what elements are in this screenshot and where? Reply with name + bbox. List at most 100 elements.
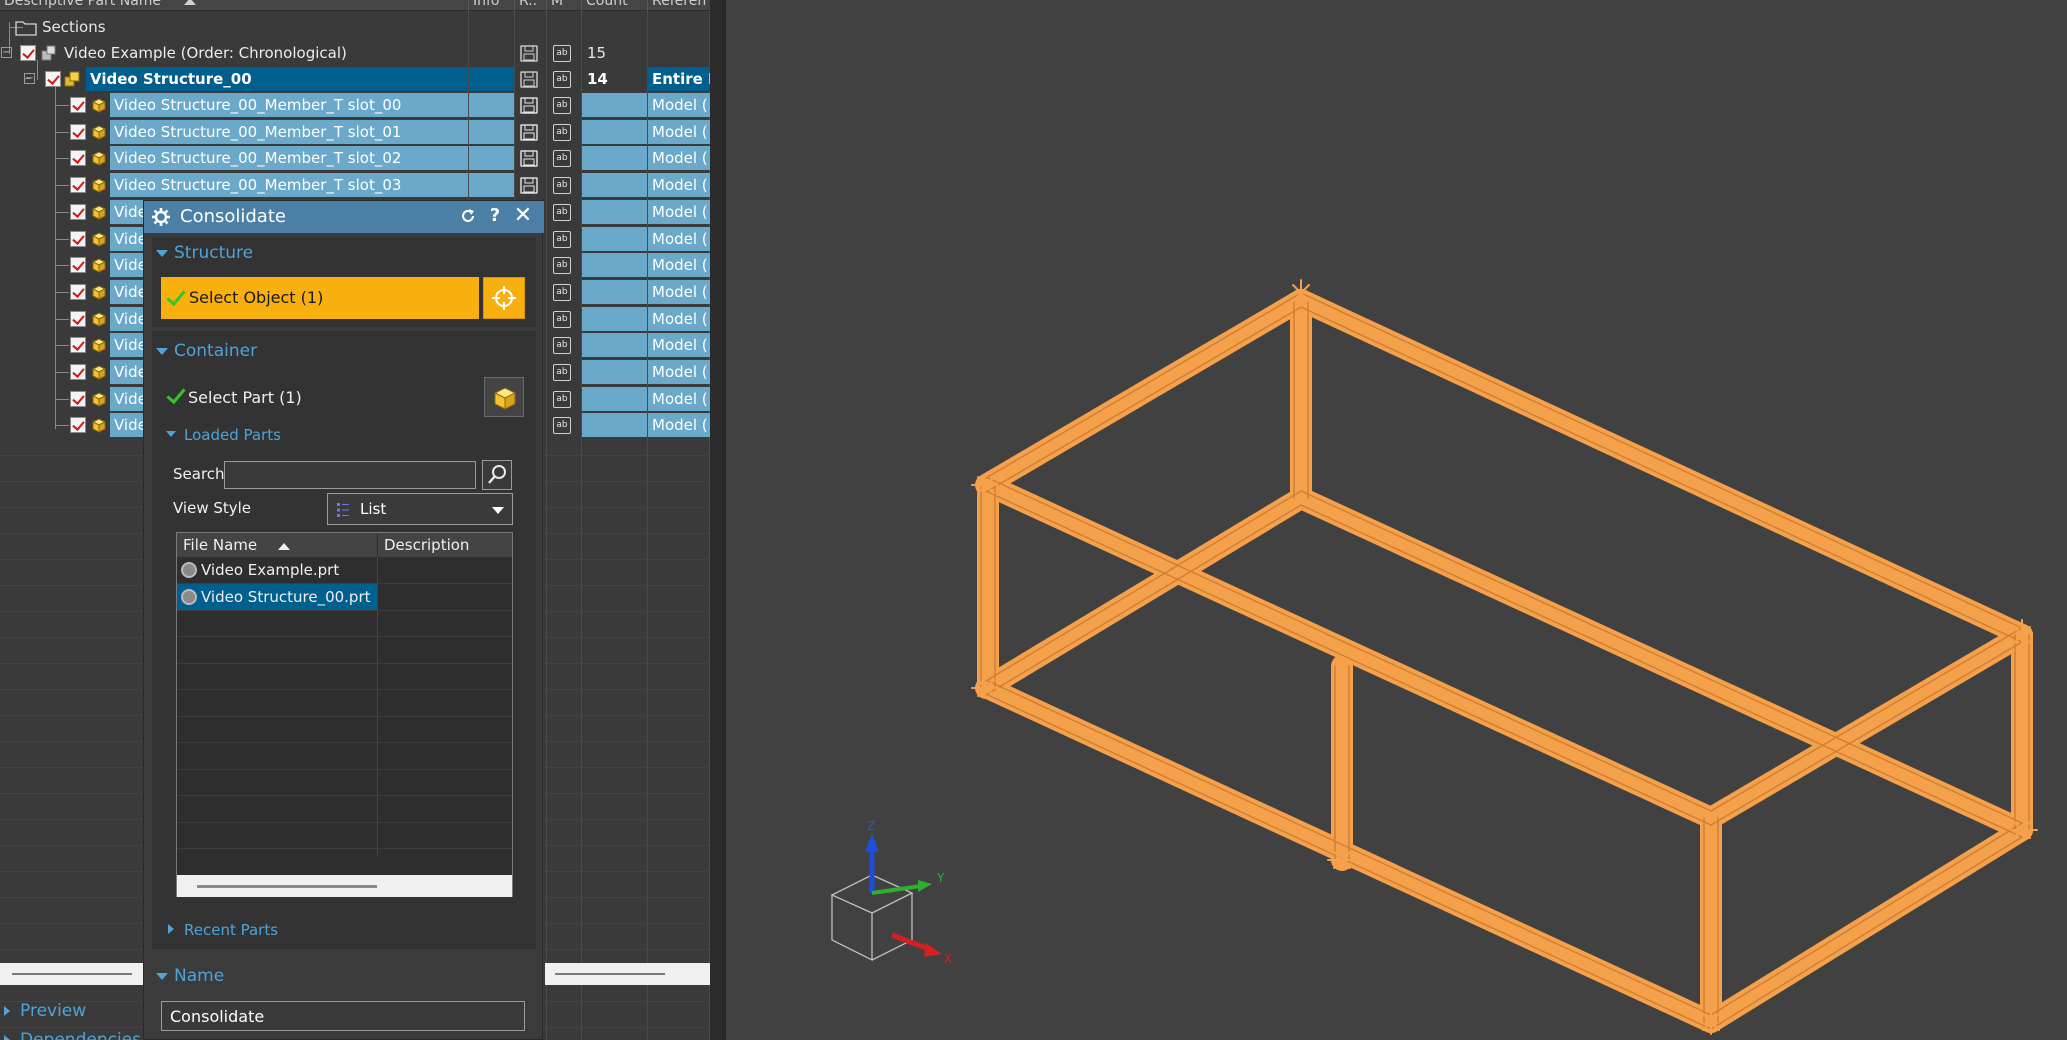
visibility-checkbox[interactable] <box>20 45 36 61</box>
empty-row <box>177 769 512 796</box>
collapse-arrow-icon <box>166 431 176 437</box>
visibility-checkbox[interactable] <box>70 257 86 274</box>
container-group-label: Container <box>174 341 258 361</box>
visibility-checkbox[interactable] <box>70 337 86 354</box>
text-field-icon: ab <box>553 203 571 221</box>
part-icon <box>91 338 107 354</box>
file-name-column-label: File Name <box>183 536 258 554</box>
tree-row-sections[interactable]: Sections <box>0 14 710 40</box>
column-header-info[interactable]: Info <box>468 0 514 11</box>
description-column-label: Description <box>384 536 470 554</box>
visibility-checkbox[interactable] <box>70 97 86 113</box>
tree-row-member[interactable]: Video Structure_00_Member_T slot_00 ab Mod… <box>0 92 710 118</box>
reference-value: Entire P <box>652 70 710 88</box>
column-header-count[interactable]: Count <box>581 0 647 11</box>
horizontal-scrollbar[interactable] <box>545 963 710 985</box>
model-view[interactable]: Z Y X <box>726 0 2067 1040</box>
description-column-header[interactable]: Description <box>377 533 512 557</box>
file-name-column-header[interactable]: File Name <box>177 533 377 557</box>
part-icon <box>91 285 107 300</box>
frame-structure[interactable] <box>971 279 2038 1035</box>
visibility-checkbox[interactable] <box>70 417 86 434</box>
visibility-checkbox[interactable] <box>70 283 86 300</box>
save-icon <box>520 177 538 194</box>
close-icon[interactable]: ✕ <box>512 205 534 227</box>
tree-row-member[interactable]: Video Structure_00_Member_T slot_01 ab Mod… <box>0 119 710 145</box>
empty-row <box>177 663 512 690</box>
collapse-toggle-icon[interactable]: − <box>24 73 35 84</box>
tree-row-member[interactable]: Video Structure_00_Member_T slot_02 ab Mod… <box>0 145 710 171</box>
container-group-header[interactable]: Container <box>152 339 257 363</box>
app-window: Descriptive Part Name Info R.. M Count R… <box>0 0 2067 1040</box>
help-icon[interactable]: ? <box>484 205 506 227</box>
expand-arrow-icon <box>168 924 174 934</box>
visibility-checkbox[interactable] <box>70 364 86 380</box>
select-object-button[interactable]: Select Object (1) <box>161 277 479 319</box>
x-arrow-icon <box>924 943 942 957</box>
name-input[interactable] <box>161 1001 525 1031</box>
part-file-icon <box>181 562 197 578</box>
dependencies-section-label: Dependencies <box>20 1030 141 1040</box>
visibility-checkbox[interactable] <box>70 390 86 407</box>
column-header-m[interactable]: M <box>546 0 581 11</box>
tree-row-selected[interactable]: − Video Structure_00 ab 14 Entire P <box>0 66 710 92</box>
empty-row <box>177 610 512 637</box>
scrollbar-thumb[interactable] <box>197 885 377 888</box>
view-style-value: List <box>360 500 387 518</box>
visibility-checkbox[interactable] <box>70 310 86 327</box>
list-horizontal-scrollbar[interactable] <box>177 875 512 897</box>
tree-row-label: Video Structure_00_Member_T slot_01 <box>114 122 402 141</box>
name-group-header[interactable]: Name <box>152 964 224 988</box>
text-field-icon: ab <box>553 337 571 355</box>
loaded-parts-header[interactable]: Loaded Parts <box>162 423 281 447</box>
structure-group-label: Structure <box>174 243 254 263</box>
empty-row <box>177 716 512 743</box>
tree-row-label: Video Structure_00_Member_T slot_00 <box>114 96 402 114</box>
text-field-icon: ab <box>553 123 571 141</box>
dependencies-section[interactable]: Dependencies <box>0 1027 150 1040</box>
crosshair-selector-button[interactable] <box>483 277 525 319</box>
visibility-checkbox[interactable] <box>70 123 86 140</box>
horizontal-scrollbar[interactable] <box>0 963 143 985</box>
part-file-icon <box>181 588 197 605</box>
column-header-reference[interactable]: Referen <box>647 0 710 11</box>
reset-icon[interactable] <box>457 205 479 227</box>
collapse-toggle-icon[interactable]: − <box>1 47 12 58</box>
tree-row-label: Video Example (Order: Chronological) <box>64 44 347 62</box>
loaded-parts-list[interactable]: File Name Description Video Example.prt V… <box>176 532 513 897</box>
view-triad[interactable]: Z Y X <box>830 819 952 966</box>
visibility-checkbox[interactable] <box>70 150 86 167</box>
visibility-checkbox[interactable] <box>70 230 86 247</box>
select-part-button[interactable] <box>484 377 524 417</box>
file-row[interactable]: Video Structure_00.prt <box>177 583 512 611</box>
graphics-viewport[interactable]: Z Y X <box>722 0 2067 1040</box>
visibility-checkbox[interactable] <box>70 177 86 194</box>
column-header-name-label: Descriptive Part Name <box>4 0 162 9</box>
view-style-label: View Style <box>173 499 252 517</box>
select-object-label: Select Object (1) <box>189 288 324 307</box>
scrollbar-thumb[interactable] <box>12 973 132 975</box>
view-style-select[interactable]: List <box>327 493 513 525</box>
visibility-checkbox[interactable] <box>70 203 86 220</box>
structure-group-header[interactable]: Structure <box>152 241 253 265</box>
search-input[interactable] <box>224 461 476 489</box>
text-field-icon: ab <box>553 150 571 168</box>
column-header-r[interactable]: R.. <box>514 0 546 11</box>
recent-parts-header[interactable]: Recent Parts <box>162 918 278 942</box>
visibility-checkbox[interactable] <box>45 71 61 87</box>
preview-section-label: Preview <box>20 1001 87 1021</box>
scrollbar-thumb[interactable] <box>555 973 665 975</box>
search-button[interactable] <box>482 460 512 490</box>
dialog-title-bar[interactable]: Consolidate ? ✕ <box>144 201 544 233</box>
sort-ascending-icon <box>277 543 290 550</box>
tree-row-member[interactable]: Video Structure_00_Member_T slot_03 ab Mod… <box>0 172 710 198</box>
part-icon <box>91 98 107 113</box>
file-row[interactable]: Video Example.prt <box>177 557 512 584</box>
tree-row-assembly-root[interactable]: − Video Example (Order: Chronological) a… <box>0 40 710 66</box>
preview-section[interactable]: Preview <box>0 998 150 1024</box>
column-header-name[interactable]: Descriptive Part Name <box>0 0 468 11</box>
reference-value: Model ( <box>652 363 708 381</box>
subassembly-icon <box>64 71 80 87</box>
select-part-label[interactable]: Select Part (1) <box>188 388 302 407</box>
x-axis-label: X <box>944 952 952 966</box>
